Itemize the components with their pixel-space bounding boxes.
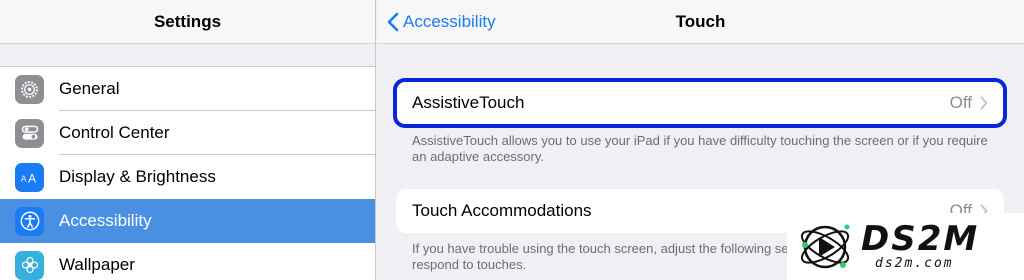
sidebar-item-label: Control Center [59, 123, 170, 142]
flower-icon [15, 250, 44, 280]
assistive-touch-label: AssistiveTouch [412, 93, 525, 112]
gear-icon [15, 74, 44, 104]
assistive-touch-footer: AssistiveTouch allows you to use your iP… [412, 133, 988, 164]
sidebar-item-label: Accessibility [59, 211, 152, 230]
sidebar-item-label: Display & Brightness [59, 167, 216, 186]
back-button[interactable]: Accessibility [387, 0, 496, 44]
sidebar-list: General Control Center A A Display & Bri… [0, 66, 375, 280]
sidebar-item-general[interactable]: General [0, 67, 375, 111]
watermark-title: DS2M [861, 219, 980, 259]
assistive-touch-value: Off [949, 93, 972, 112]
navigation-bar: Accessibility Touch [377, 0, 1024, 44]
sidebar-item-label: Wallpaper [59, 255, 135, 274]
svg-text:A: A [28, 172, 36, 186]
toggles-icon [15, 118, 44, 148]
sidebar-item-wallpaper[interactable]: Wallpaper [0, 243, 375, 280]
sidebar-item-label: General [59, 79, 120, 98]
text-size-icon: A A [15, 162, 44, 192]
sidebar-title: Settings [153, 11, 222, 31]
sidebar-header: Settings [0, 0, 375, 44]
settings-sidebar: Settings General Control Center A A Disp… [0, 0, 376, 280]
chevron-left-icon [387, 12, 399, 32]
play-atom-logo-icon [800, 224, 850, 268]
back-button-label: Accessibility [403, 12, 496, 31]
watermark: DS2M ds2m.com [787, 213, 1024, 280]
assistive-touch-row[interactable]: AssistiveTouch Off [396, 81, 1004, 125]
sidebar-item-display-brightness[interactable]: A A Display & Brightness [0, 155, 375, 199]
sidebar-item-control-center[interactable]: Control Center [0, 111, 375, 155]
svg-text:A: A [20, 175, 26, 184]
sidebar-item-accessibility[interactable]: Accessibility [0, 199, 375, 243]
accessibility-icon [15, 206, 44, 236]
chevron-right-icon [980, 96, 988, 110]
